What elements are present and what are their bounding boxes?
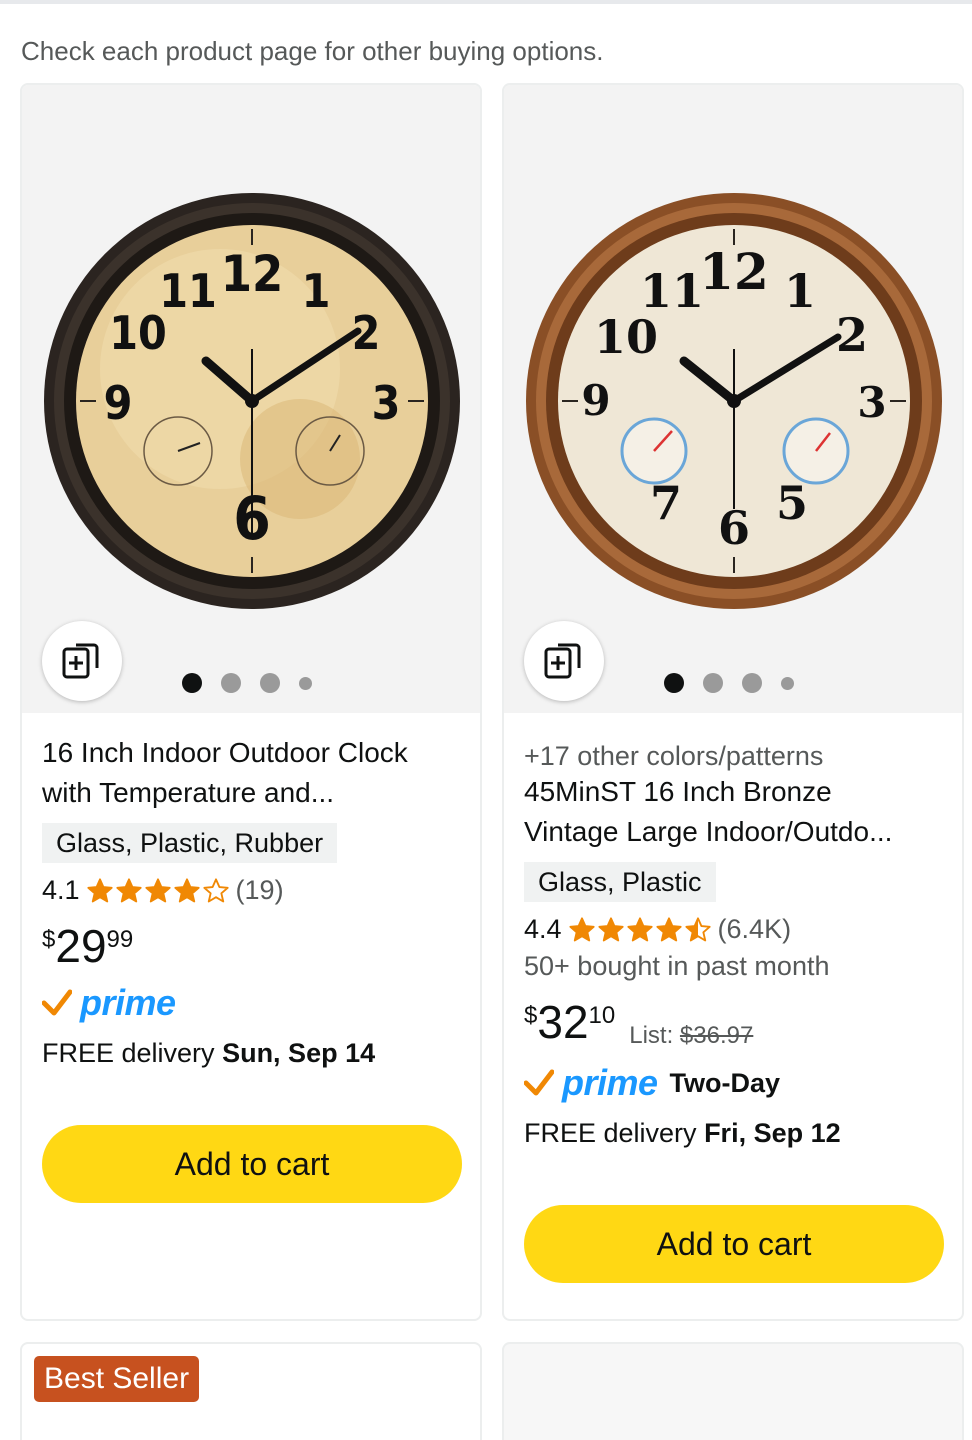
svg-text:6: 6: [718, 501, 750, 555]
delivery-info: FREE delivery Fri, Sep 12: [524, 1118, 942, 1149]
pager-dot[interactable]: [260, 673, 280, 693]
svg-text:10: 10: [109, 306, 167, 360]
compare-add-icon: [62, 643, 99, 679]
rating-row[interactable]: 4.4 (6.4K): [524, 914, 942, 945]
pager-dot[interactable]: [299, 676, 312, 690]
product-image-area[interactable]: 12 1 2 3 6 9 10 11: [22, 85, 480, 713]
pager-dot-active[interactable]: [664, 673, 684, 693]
delivery-prefix: FREE delivery: [42, 1038, 223, 1068]
svg-text:9: 9: [581, 376, 610, 425]
prime-check-icon: [524, 1069, 554, 1096]
pager-dot[interactable]: [781, 676, 794, 690]
price-symbol: $: [524, 1002, 538, 1029]
svg-text:9: 9: [104, 376, 133, 430]
prime-logo: prime: [562, 1062, 658, 1103]
svg-text:3: 3: [372, 376, 401, 430]
list-price-value: $36.97: [679, 1022, 754, 1049]
star-full-icon: [115, 877, 142, 902]
star-full-icon: [597, 916, 624, 941]
svg-text:1: 1: [302, 264, 331, 318]
product-image-clock-black[interactable]: 12 1 2 3 6 9 10 11: [40, 189, 466, 609]
material-chip: Glass, Plastic: [524, 862, 716, 902]
price: $ 29 99: [42, 922, 460, 970]
star-full-icon: [144, 877, 171, 902]
product-title-line2[interactable]: Vintage Large Indoor/Outdo...: [524, 812, 942, 852]
star-half-icon: [202, 877, 229, 902]
star-full-icon: [626, 916, 653, 941]
star-full-icon: [655, 916, 682, 941]
star-full-icon: [173, 877, 200, 902]
compare-button[interactable]: [42, 621, 122, 701]
star-full-icon: [86, 877, 113, 902]
svg-text:10: 10: [594, 310, 658, 364]
variants-link[interactable]: +17 other colors/patterns: [524, 741, 942, 772]
svg-text:12: 12: [221, 245, 284, 303]
product-card-1[interactable]: 12 1 2 3 6 9 10 11 16 Inch Indoor Outdoo…: [20, 83, 482, 1321]
price-symbol: $: [42, 926, 56, 953]
review-count[interactable]: (19): [236, 875, 284, 906]
pager-dot[interactable]: [703, 673, 723, 693]
product-title[interactable]: 16 Inch Indoor Outdoor Clock with Temper…: [42, 733, 460, 813]
image-pager[interactable]: [664, 673, 794, 693]
price-whole: 32: [537, 996, 589, 1048]
star-rating-icon: [86, 877, 230, 905]
product-info: +17 other colors/patterns 45MinST 16 Inc…: [524, 733, 944, 1283]
product-card-3[interactable]: Best Seller: [20, 1342, 482, 1440]
rating-row[interactable]: 4.1 (19): [42, 875, 460, 906]
product-image-area[interactable]: 12 1 2 3 5 6 7 9 10 11: [504, 85, 962, 713]
rating-value: 4.1: [42, 875, 80, 905]
svg-text:5: 5: [776, 476, 808, 530]
product-title-line2[interactable]: with Temperature and...: [42, 773, 460, 813]
delivery-date: Sun, Sep 14: [222, 1038, 376, 1068]
star-full-icon: [568, 916, 595, 941]
product-image-clock-bronze[interactable]: 12 1 2 3 5 6 7 9 10 11: [522, 189, 948, 609]
price-fraction: 99: [106, 926, 134, 953]
product-title-line1[interactable]: 16 Inch Indoor Outdoor Clock: [42, 733, 460, 773]
compare-button[interactable]: [524, 621, 604, 701]
product-title[interactable]: 45MinST 16 Inch Bronze Vintage Large Ind…: [524, 772, 942, 852]
pager-dot[interactable]: [221, 673, 241, 693]
svg-text:12: 12: [699, 242, 769, 301]
review-count[interactable]: (6.4K): [718, 914, 792, 945]
add-to-cart-button[interactable]: Add to cart: [524, 1205, 944, 1283]
delivery-date: Fri, Sep 12: [704, 1118, 841, 1148]
rating-value: 4.4: [524, 914, 562, 944]
best-seller-badge: Best Seller: [34, 1356, 200, 1402]
bought-count: 50+ bought in past month: [524, 951, 830, 981]
svg-text:1: 1: [784, 264, 816, 318]
svg-text:3: 3: [857, 378, 886, 427]
top-divider: [0, 0, 972, 4]
product-card-2[interactable]: 12 1 2 3 5 6 7 9 10 11 +17 other colors/…: [502, 83, 964, 1321]
prime-check-icon: [42, 989, 72, 1016]
svg-text:11: 11: [640, 264, 704, 318]
prime-row: prime Two-Day: [524, 1062, 942, 1104]
image-pager[interactable]: [182, 673, 312, 693]
product-info: 16 Inch Indoor Outdoor Clock with Temper…: [42, 733, 462, 1203]
pager-dot-active[interactable]: [182, 673, 202, 693]
add-to-cart-button[interactable]: Add to cart: [42, 1125, 462, 1203]
product-card-4[interactable]: [502, 1342, 964, 1440]
delivery-prefix: FREE delivery: [524, 1118, 705, 1148]
prime-speed: Two-Day: [669, 1067, 781, 1098]
price: $ 32 10 List: $36.97: [524, 998, 942, 1050]
star-rating-icon: [568, 916, 712, 944]
prime-row: prime: [42, 982, 460, 1024]
prime-logo: prime: [80, 982, 176, 1023]
list-price: List: $36.97: [629, 1022, 753, 1050]
star-half-icon: [684, 916, 711, 941]
delivery-info: FREE delivery Sun, Sep 14: [42, 1038, 460, 1069]
compare-add-icon: [544, 643, 581, 679]
price-fraction: 10: [588, 1002, 616, 1029]
buying-options-notice: Check each product page for other buying…: [21, 36, 604, 66]
pager-dot[interactable]: [742, 673, 762, 693]
price-whole: 29: [55, 920, 107, 972]
svg-text:11: 11: [159, 264, 217, 318]
material-chip: Glass, Plastic, Rubber: [42, 823, 338, 863]
product-title-line1[interactable]: 45MinST 16 Inch Bronze: [524, 772, 942, 812]
list-price-label: List:: [629, 1022, 680, 1049]
